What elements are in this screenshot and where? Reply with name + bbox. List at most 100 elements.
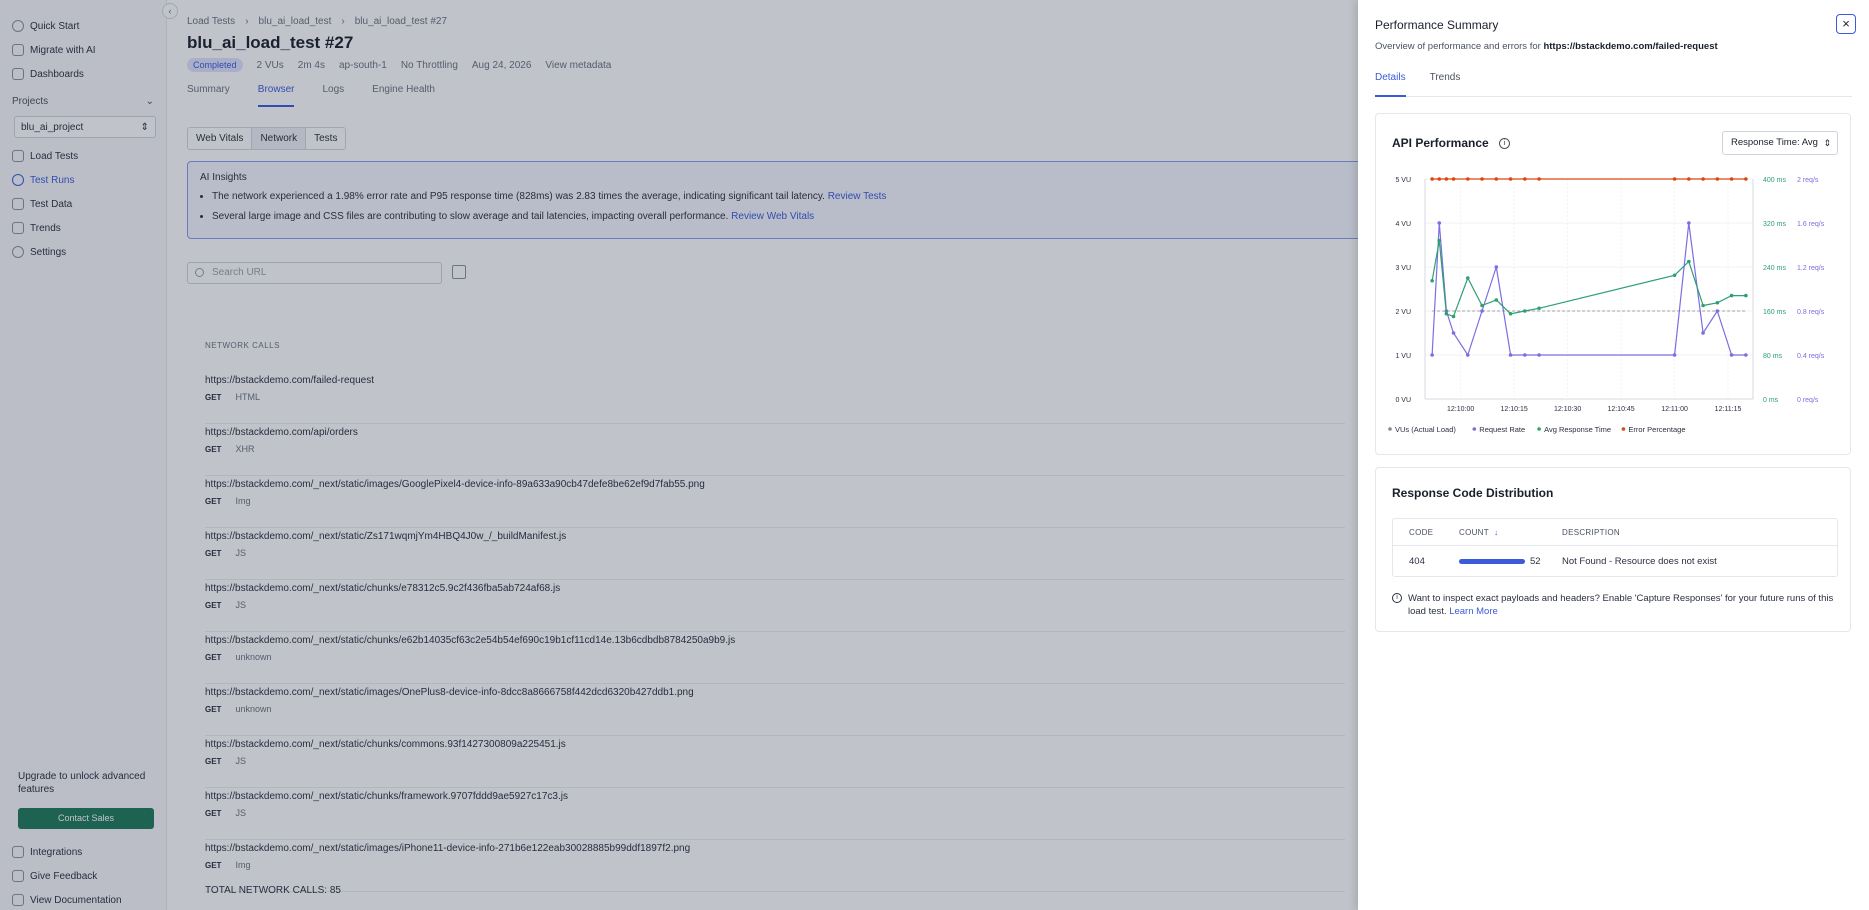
data-point-2 xyxy=(1494,298,1499,302)
api-performance-chart: 0 VU 0 ms 0 req/s 1 VU 80 ms 0.4 req/s 2 VU 160… xyxy=(1388,177,1825,434)
y-tick-ms: 320 ms xyxy=(1763,221,1786,228)
y-tick-ms: 240 ms xyxy=(1763,265,1786,272)
series-line-2 xyxy=(1431,240,1746,318)
data-point-3 xyxy=(1430,177,1434,181)
legend-label: Error Percentage xyxy=(1628,425,1685,434)
data-point-3 xyxy=(1523,177,1527,181)
drawer-subtitle: Overview of performance and errors for h… xyxy=(1375,41,1718,52)
data-point-2 xyxy=(1687,259,1691,264)
data-point-3 xyxy=(1451,177,1456,181)
updown-icon: ⇕ xyxy=(1823,138,1831,148)
data-point-3 xyxy=(1744,177,1748,181)
data-point-3 xyxy=(1715,177,1720,181)
y-tick-vu: 3 VU xyxy=(1395,265,1411,272)
data-point-2 xyxy=(1701,303,1705,308)
modal-overlay[interactable] xyxy=(0,0,1358,910)
col-code: CODE xyxy=(1409,527,1434,537)
data-point-1 xyxy=(1701,331,1705,335)
y-tick-rps: 0 req/s xyxy=(1797,397,1819,404)
data-point-3 xyxy=(1687,177,1691,181)
data-point-1 xyxy=(1523,353,1527,357)
y-tick-vu: 0 VU xyxy=(1395,397,1411,404)
data-point-2 xyxy=(1430,278,1434,283)
y-tick-ms: 80 ms xyxy=(1763,353,1783,360)
y-tick-rps: 0.8 req/s xyxy=(1797,309,1825,316)
tab-trends[interactable]: Trends xyxy=(1430,72,1461,96)
sort-down-icon: ↓ xyxy=(1494,527,1499,537)
data-point-2 xyxy=(1744,293,1748,298)
capture-hint: i Want to inspect exact payloads and hea… xyxy=(1392,592,1838,618)
api-performance-card: API Performance i Response Time: Avg ⇕ 0 … xyxy=(1375,113,1851,455)
y-tick-rps: 1.6 req/s xyxy=(1797,221,1825,228)
data-point-1 xyxy=(1430,353,1434,357)
y-tick-rps: 1.2 req/s xyxy=(1797,265,1825,272)
data-point-3 xyxy=(1537,177,1541,181)
table-row: 404 52 Not Found - Resource does not exi… xyxy=(1393,546,1837,576)
data-point-3 xyxy=(1729,177,1734,181)
data-point-2 xyxy=(1437,238,1442,243)
data-point-2 xyxy=(1729,293,1734,298)
legend-label: Avg Response Time xyxy=(1544,425,1611,434)
drawer-title: Performance Summary xyxy=(1375,18,1499,32)
data-point-3 xyxy=(1437,177,1442,181)
data-point-2 xyxy=(1672,273,1677,278)
legend-swatch xyxy=(1537,427,1541,431)
drawer-tabs: Details Trends xyxy=(1375,72,1852,97)
response-code-title: Response Code Distribution xyxy=(1392,486,1554,500)
data-point-1 xyxy=(1729,353,1734,357)
x-tick-label: 12:10:00 xyxy=(1447,406,1474,413)
y-tick-vu: 4 VU xyxy=(1395,221,1411,228)
response-code-table: CODE COUNT ↓ DESCRIPTION 404 52 Not Foun… xyxy=(1392,518,1838,577)
response-code-card: Response Code Distribution CODE COUNT ↓ … xyxy=(1375,467,1851,632)
data-point-2 xyxy=(1480,303,1484,308)
close-icon[interactable]: × xyxy=(1836,14,1856,34)
legend-swatch xyxy=(1472,427,1477,431)
learn-more-link[interactable]: Learn More xyxy=(1449,606,1498,617)
data-point-1 xyxy=(1437,221,1442,225)
response-time-select[interactable]: Response Time: Avg ⇕ xyxy=(1722,131,1838,155)
data-point-1 xyxy=(1494,265,1499,269)
x-tick-label: 12:11:00 xyxy=(1661,406,1688,413)
x-tick-label: 12:11:15 xyxy=(1715,406,1742,413)
x-tick-label: 12:10:45 xyxy=(1607,406,1634,413)
legend-label: Request Rate xyxy=(1479,425,1525,434)
data-point-2 xyxy=(1523,309,1527,313)
data-point-2 xyxy=(1444,311,1449,316)
data-point-3 xyxy=(1494,177,1499,181)
data-point-3 xyxy=(1480,177,1484,181)
y-tick-ms: 0 ms xyxy=(1763,397,1779,404)
count-bar xyxy=(1459,558,1525,564)
data-point-1 xyxy=(1451,331,1456,335)
data-point-2 xyxy=(1715,300,1720,305)
y-tick-vu: 5 VU xyxy=(1395,177,1411,184)
row-count: 52 xyxy=(1459,556,1558,567)
data-point-2 xyxy=(1508,311,1513,316)
x-tick-label: 12:10:15 xyxy=(1501,406,1528,413)
data-point-3 xyxy=(1701,177,1705,181)
data-point-1 xyxy=(1537,353,1541,357)
data-point-2 xyxy=(1451,314,1456,319)
legend-swatch xyxy=(1388,427,1392,431)
legend-swatch xyxy=(1621,427,1626,431)
data-point-1 xyxy=(1744,353,1748,357)
y-tick-vu: 1 VU xyxy=(1395,353,1411,360)
legend-label: VUs (Actual Load) xyxy=(1395,425,1456,434)
table-header: CODE COUNT ↓ DESCRIPTION xyxy=(1393,519,1837,546)
data-point-2 xyxy=(1465,276,1470,280)
data-point-3 xyxy=(1444,177,1449,181)
y-tick-ms: 400 ms xyxy=(1763,177,1786,184)
data-point-1 xyxy=(1465,353,1470,357)
col-description: DESCRIPTION xyxy=(1562,527,1620,537)
y-tick-ms: 160 ms xyxy=(1763,309,1786,316)
data-point-3 xyxy=(1508,177,1513,181)
data-point-1 xyxy=(1687,221,1691,225)
info-icon[interactable]: i xyxy=(1499,138,1510,149)
series-line-1 xyxy=(1431,222,1746,357)
tab-details[interactable]: Details xyxy=(1375,72,1406,97)
data-point-1 xyxy=(1508,353,1513,357)
info-icon: i xyxy=(1392,593,1402,603)
y-tick-rps: 0.4 req/s xyxy=(1797,353,1825,360)
y-tick-vu: 2 VU xyxy=(1395,309,1411,316)
col-count[interactable]: COUNT ↓ xyxy=(1459,528,1558,537)
data-point-1 xyxy=(1480,309,1484,313)
